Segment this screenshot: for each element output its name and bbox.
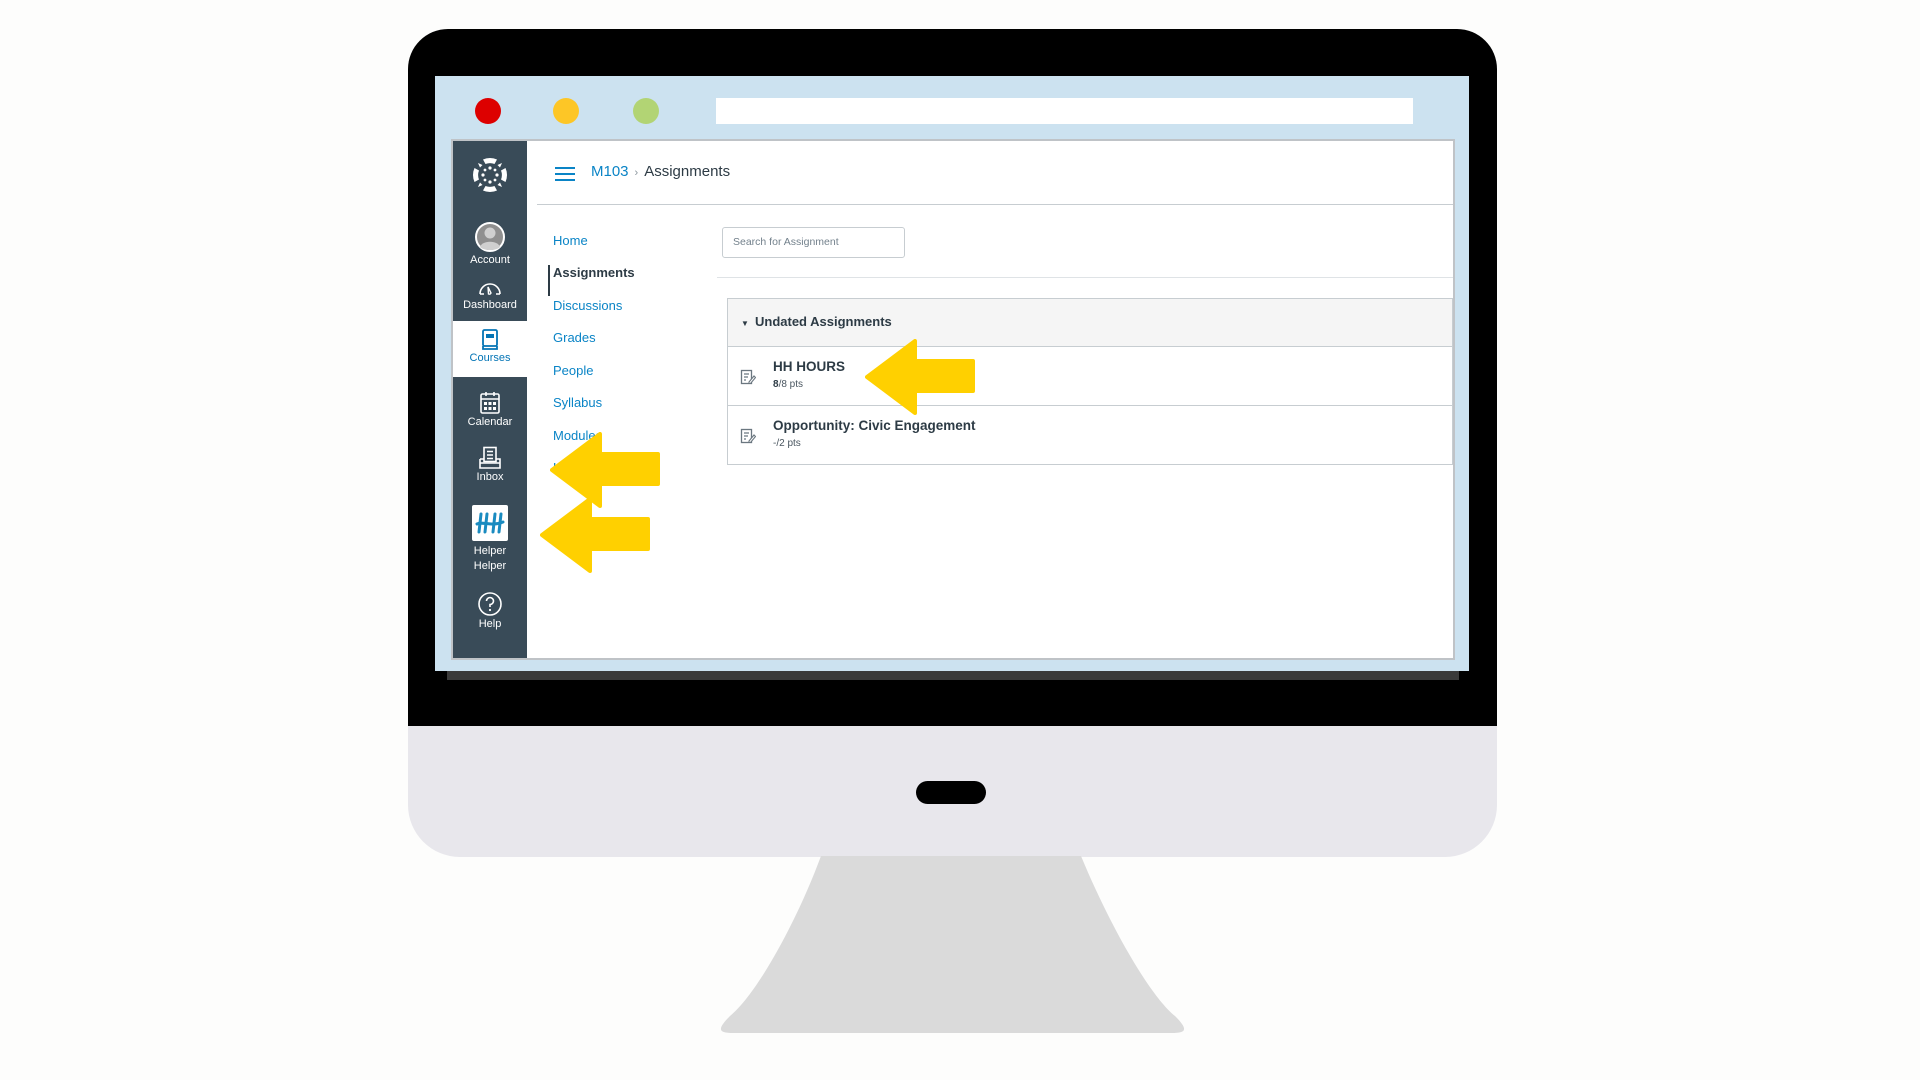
- assignment-row[interactable]: Opportunity: Civic Engagement -/2 pts: [727, 406, 1453, 465]
- global-nav-account-label: Account: [470, 254, 510, 266]
- course-nav-discussions[interactable]: Discussions: [553, 298, 622, 313]
- global-nav-inbox[interactable]: Inbox: [453, 446, 527, 485]
- assignment-points: 8/8 pts: [773, 379, 803, 390]
- close-window-button[interactable]: [475, 98, 501, 124]
- annotation-arrow-global-nav-helper-helper: [540, 497, 650, 573]
- course-nav-syllabus[interactable]: Syllabus: [553, 395, 602, 410]
- search-divider: [717, 277, 1453, 278]
- breadcrumb-current-page: Assignments: [644, 163, 731, 180]
- assignment-title-link[interactable]: Opportunity: Civic Engagement: [773, 418, 976, 433]
- global-nav-help[interactable]: Help: [453, 591, 527, 632]
- address-bar[interactable]: [716, 98, 1413, 124]
- helper-helper-app-icon: [472, 505, 508, 541]
- inbox-icon: [479, 446, 501, 469]
- global-nav-courses[interactable]: Courses: [453, 321, 527, 377]
- global-nav-helper-helper[interactable]: Helper Helper: [453, 504, 527, 574]
- assignment-row[interactable]: HH HOURS 8/8 pts: [727, 347, 1453, 406]
- global-nav-helper-helper-label-1: Helper: [473, 545, 507, 557]
- assignment-group: ▼ Undated Assignments HH HOURS 8/8 pts O…: [727, 298, 1453, 606]
- global-navigation: Account Dashboard Courses Calendar Inbox…: [453, 141, 527, 658]
- assignment-points-possible: /8 pts: [778, 379, 804, 390]
- help-question-icon: [478, 592, 502, 616]
- dashboard-gauge-icon: [479, 283, 501, 295]
- monitor-stand: [720, 856, 1185, 1033]
- hamburger-menu-icon[interactable]: [554, 166, 576, 182]
- global-nav-inbox-label: Inbox: [476, 471, 504, 483]
- calendar-icon: [480, 392, 500, 414]
- global-nav-dashboard-label: Dashboard: [463, 299, 517, 311]
- breadcrumb: M103 › Assignments: [591, 163, 730, 180]
- courses-book-icon: [482, 329, 498, 350]
- canvas-app: Account Dashboard Courses Calendar Inbox…: [453, 141, 1453, 658]
- global-nav-calendar[interactable]: Calendar: [453, 391, 527, 430]
- assignment-search-input[interactable]: Search for Assignment: [722, 227, 905, 258]
- course-nav-home[interactable]: Home: [553, 233, 588, 248]
- breadcrumb-separator: ›: [634, 167, 639, 179]
- account-avatar-icon: [475, 222, 505, 252]
- course-nav-grades[interactable]: Grades: [553, 330, 596, 345]
- canvas-logo-icon: [473, 157, 507, 193]
- global-nav-dashboard[interactable]: Dashboard: [453, 278, 527, 313]
- canvas-logo-link[interactable]: [453, 156, 527, 194]
- course-nav-assignments[interactable]: Assignments: [553, 265, 635, 280]
- course-nav-people[interactable]: People: [553, 363, 593, 378]
- screen-shadow: [447, 671, 1459, 680]
- global-nav-courses-label: Courses: [469, 352, 511, 364]
- assignment-title-link[interactable]: HH HOURS: [773, 359, 845, 374]
- header-divider: [537, 204, 1453, 205]
- assignment-icon: [740, 428, 756, 444]
- assignment-icon: [740, 369, 756, 385]
- course-nav-active-indicator: [548, 265, 550, 296]
- global-nav-account[interactable]: Account: [453, 221, 527, 268]
- global-nav-help-label: Help: [478, 618, 502, 630]
- annotation-arrow-hh-hours: [865, 339, 975, 415]
- assignment-group-title: Undated Assignments: [755, 314, 892, 329]
- global-nav-helper-helper-label-2: Helper: [473, 560, 507, 572]
- maximize-window-button[interactable]: [633, 98, 659, 124]
- assignment-points: -/2 pts: [773, 438, 801, 449]
- breadcrumb-course-link[interactable]: M103: [591, 163, 629, 180]
- minimize-window-button[interactable]: [553, 98, 579, 124]
- global-nav-calendar-label: Calendar: [467, 416, 513, 428]
- assignment-points-possible: /2 pts: [776, 438, 801, 449]
- collapse-caret-icon[interactable]: ▼: [741, 319, 749, 328]
- assignment-group-header[interactable]: ▼ Undated Assignments: [727, 298, 1453, 347]
- monitor-logo-slot: [916, 781, 986, 804]
